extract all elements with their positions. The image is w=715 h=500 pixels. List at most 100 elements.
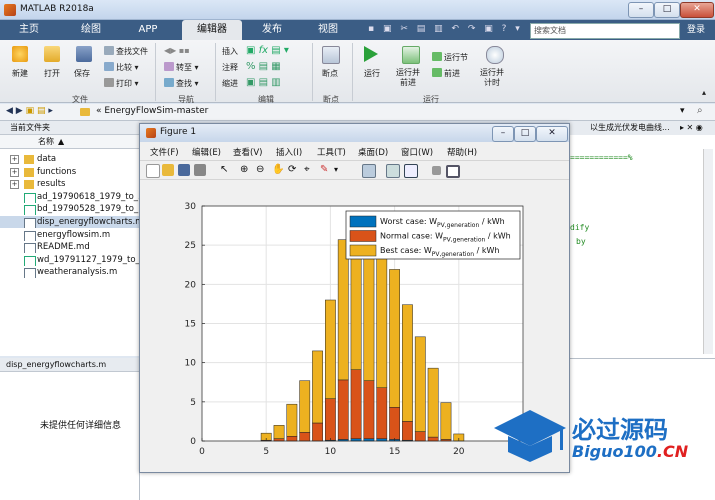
nav-arrows-icon[interactable]: ◀ ▶ ▣ ▤ ▸ (6, 106, 53, 116)
file-list-item[interactable]: + functions (0, 166, 140, 178)
bar (286, 436, 298, 442)
print-button[interactable]: 打印 ▾ (104, 78, 139, 89)
file-list-item[interactable]: weatheranalysis.m (0, 266, 140, 279)
comment-tools-icon[interactable]: % ▤ ▦ (246, 61, 281, 72)
file-list-item[interactable]: README.md (0, 241, 140, 254)
pan-icon[interactable]: ✋ (272, 164, 284, 176)
run-icon[interactable] (364, 46, 378, 62)
matlab-logo-icon (4, 4, 16, 16)
file-list-item[interactable]: bd_19790528_1979_to_... (0, 203, 140, 216)
run-section-button[interactable]: 运行节 (432, 52, 468, 63)
colorbar-icon[interactable] (386, 164, 400, 178)
expand-icon[interactable]: + (10, 167, 19, 177)
find-button[interactable]: 查找 ▾ (164, 78, 199, 89)
editor-scrollbar[interactable] (703, 149, 713, 354)
file-list-item[interactable]: energyflowsim.m (0, 229, 140, 241)
column-header[interactable]: 名称 ▲ (0, 135, 150, 149)
figure-close-button[interactable]: ✕ (536, 126, 568, 142)
hide-plot-tools-icon[interactable] (432, 166, 441, 175)
file-list-item[interactable]: + data (0, 153, 140, 165)
breakpoints-icon[interactable] (322, 46, 340, 64)
menu-window[interactable]: 窗口(W) (401, 146, 433, 158)
brush-icon[interactable]: ✎ (320, 164, 332, 176)
zoom-in-icon[interactable]: ⊕ (240, 164, 252, 176)
run-time-icon[interactable] (486, 46, 504, 64)
compare-label: 比较 (116, 63, 132, 72)
run-time-button[interactable]: 运行并 计时 (480, 68, 504, 88)
comment-button[interactable]: 注释 (222, 62, 238, 73)
menu-desktop[interactable]: 桌面(D) (358, 146, 388, 158)
editor-panel: 以生成光伏发电曲线... ▸ ✕ ◉ ============% dify by (570, 121, 715, 358)
bar (363, 380, 375, 439)
zoom-out-icon[interactable]: ⊖ (256, 164, 268, 176)
brush-dropdown-icon[interactable]: ▾ (334, 164, 346, 176)
search-icon[interactable]: ▾ (669, 25, 674, 35)
link-plot-icon[interactable] (362, 164, 376, 178)
quick-access-toolbar[interactable]: ▪ ▣ ✂ ▤ ▥ ↶ ↷ ▣ ? ▾ (368, 24, 523, 36)
insert-button[interactable]: 插入 (222, 46, 238, 57)
save-icon[interactable] (76, 46, 92, 62)
rotate-icon[interactable]: ⟳ (288, 164, 300, 176)
run-advance-icon[interactable] (402, 46, 420, 64)
editor-close-icon[interactable]: ▸ ✕ ◉ (680, 123, 703, 132)
search-input[interactable]: 搜索文档 (530, 23, 680, 39)
tab-editor[interactable]: 编辑器 (182, 20, 242, 40)
close-button[interactable]: ✕ (680, 2, 714, 18)
indent-tools-icon[interactable]: ▣ ▤ ▥ (246, 77, 281, 88)
pointer-icon[interactable]: ↖ (220, 164, 232, 176)
tab-publish[interactable]: 发布 (250, 20, 294, 40)
file-list-item[interactable]: wd_19791127_1979_to_... (0, 254, 140, 266)
maximize-button[interactable]: □ (654, 2, 680, 18)
show-plot-tools-icon[interactable] (446, 165, 460, 178)
new-icon[interactable] (12, 46, 28, 62)
goto-button[interactable]: 转至 ▾ (164, 62, 199, 73)
bar (402, 304, 413, 422)
ribbon-collapse-icon[interactable]: ▴ (702, 88, 706, 97)
open-file-icon[interactable] (162, 164, 174, 176)
menu-edit[interactable]: 编辑(E) (192, 146, 221, 158)
save-figure-icon[interactable] (178, 164, 190, 176)
tab-view[interactable]: 视图 (305, 20, 351, 40)
nav-back-icon[interactable]: ◀▶ ▪▪ (164, 46, 190, 55)
file-list-item[interactable]: disp_energyflowcharts.m (0, 216, 140, 228)
address-dropdown-icon[interactable]: ▾ (680, 106, 685, 116)
open-icon[interactable] (44, 46, 60, 62)
menu-help[interactable]: 帮助(H) (447, 146, 477, 158)
figure-maximize-button[interactable]: □ (514, 126, 536, 142)
new-figure-icon[interactable] (146, 164, 160, 178)
tab-plots[interactable]: 绘图 (66, 20, 116, 40)
find-files-button[interactable]: 查找文件 (104, 46, 148, 57)
login-button[interactable]: 登录 (681, 20, 711, 40)
file-list-item[interactable]: + results (0, 178, 140, 190)
minimize-button[interactable]: – (628, 2, 654, 18)
legend-icon[interactable] (404, 164, 418, 178)
indent-button[interactable]: 缩进 (222, 78, 238, 89)
data-cursor-icon[interactable]: ⌖ (304, 164, 316, 176)
run-advance-button[interactable]: 运行并 前进 (396, 68, 420, 88)
menu-tools[interactable]: 工具(T) (317, 146, 346, 158)
tab-apps[interactable]: APP (124, 20, 172, 40)
menu-view[interactable]: 查看(V) (233, 146, 262, 158)
file-name: data (37, 154, 57, 164)
expand-icon[interactable]: + (10, 155, 19, 164)
tab-home[interactable]: 主页 (6, 20, 52, 40)
new-button[interactable]: 新建 (12, 68, 28, 79)
figure-minimize-button[interactable]: – (492, 126, 514, 142)
compare-button[interactable]: 比较 ▾ (104, 62, 139, 73)
advance-button[interactable]: 前进 (432, 68, 460, 79)
y-tick-label: 25 (185, 241, 196, 251)
save-button[interactable]: 保存 (74, 68, 90, 79)
file-list-item[interactable]: ad_19790618_1979_to_... (0, 191, 140, 203)
open-button[interactable]: 打开 (44, 68, 60, 79)
current-folder-panel: 当前文件夹 名称 ▲ + data + functions + results ad_1979… (0, 121, 150, 356)
breakpoints-button[interactable]: 断点 (322, 68, 338, 79)
edit-tools-icon[interactable]: ▣ fx ▤ ▾ (246, 45, 289, 56)
expand-icon[interactable]: + (10, 180, 19, 190)
current-folder-title: 当前文件夹 (10, 123, 50, 132)
menu-insert[interactable]: 插入(I) (276, 146, 302, 158)
print-figure-icon[interactable] (194, 164, 206, 176)
address-search-icon[interactable]: ⌕ (697, 105, 703, 116)
address-path[interactable]: « EnergyFlowSim-master (96, 106, 208, 116)
menu-file[interactable]: 文件(F) (150, 146, 179, 158)
run-button[interactable]: 运行 (364, 68, 380, 79)
